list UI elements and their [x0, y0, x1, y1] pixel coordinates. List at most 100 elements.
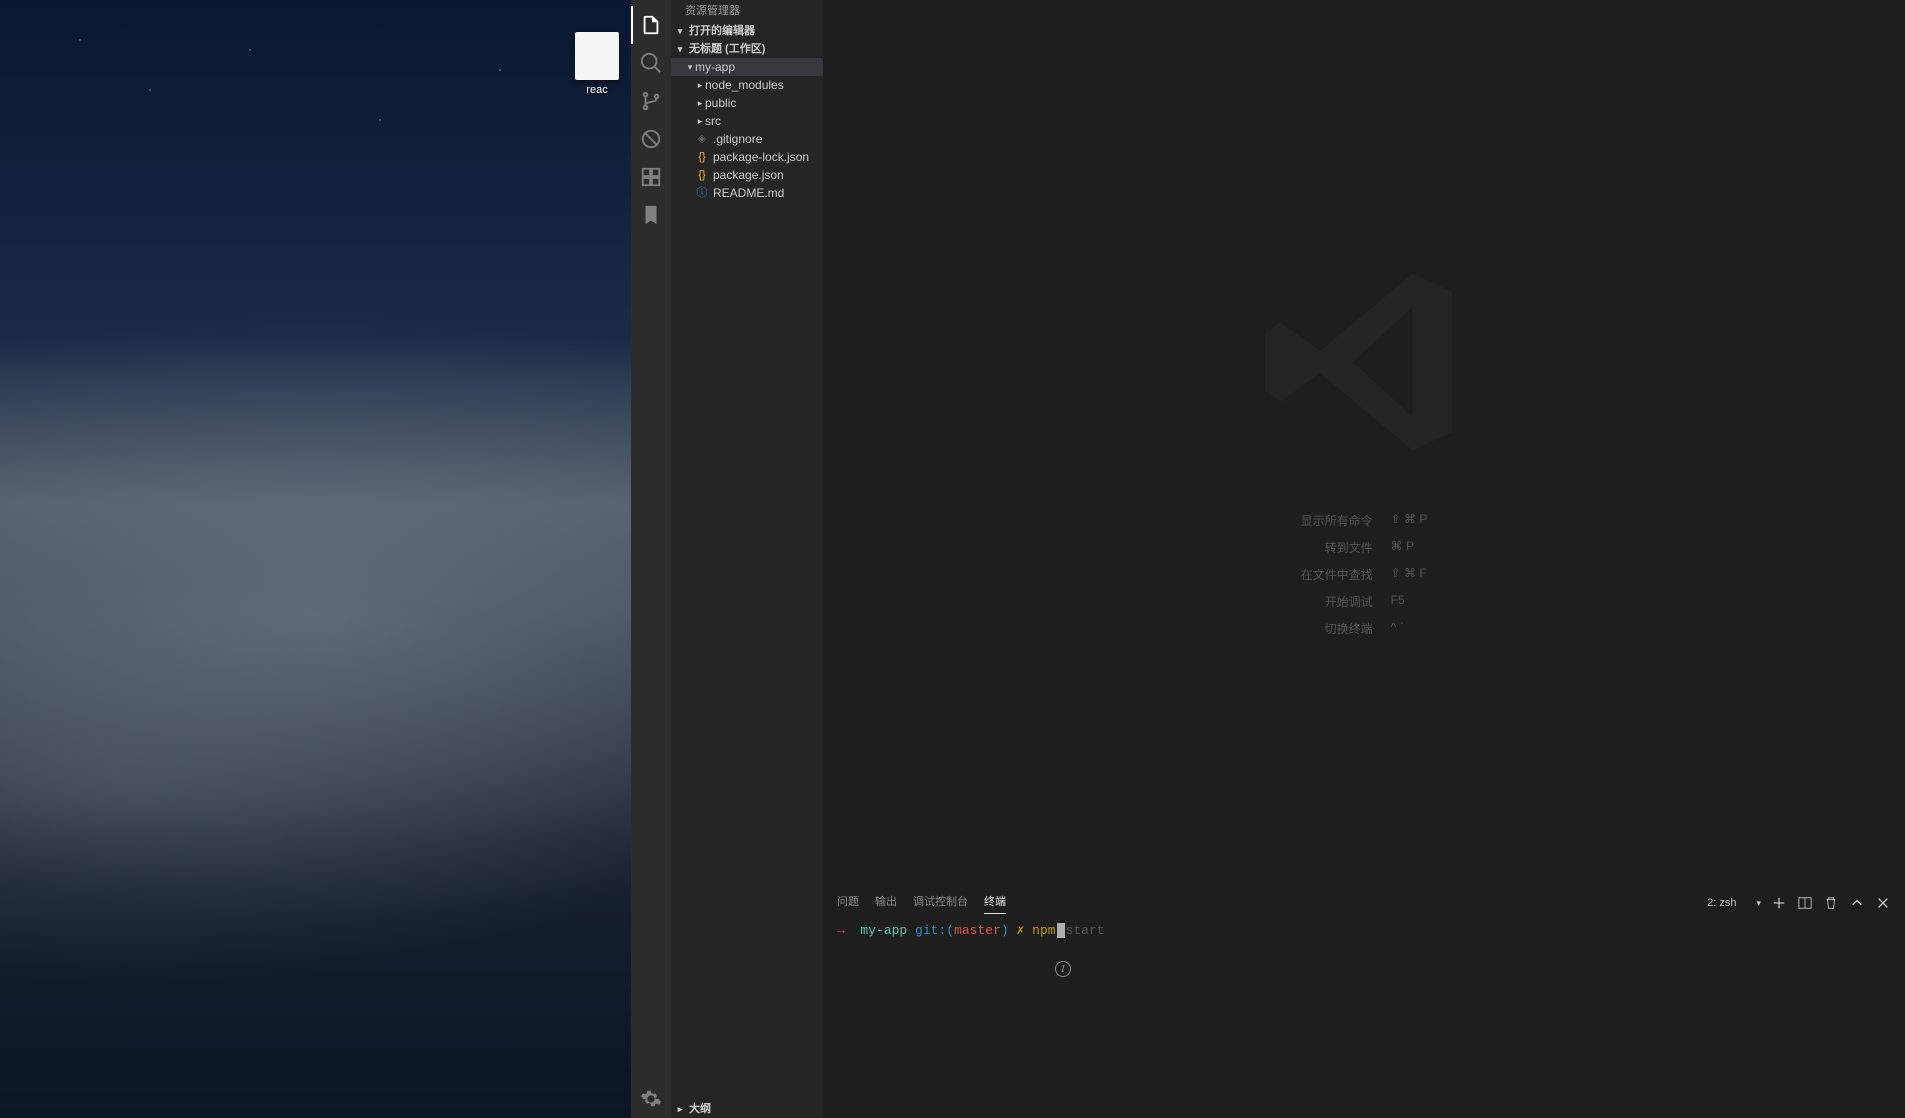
activity-settings[interactable] — [631, 1080, 671, 1118]
tree-item-label: my-app — [695, 58, 735, 76]
welcome-screen: 显示所有命令 ⇧ ⌘ P 转到文件 ⌘ P 在文件中查找 ⇧ ⌘ F 开始调试 … — [823, 0, 1905, 888]
plus-icon — [1772, 896, 1786, 910]
panel-tab-debug-console[interactable]: 调试控制台 — [913, 893, 968, 913]
open-editors-label: 打开的编辑器 — [689, 22, 755, 40]
json-file-icon: {} — [695, 166, 709, 184]
panel-tab-output[interactable]: 输出 — [875, 893, 897, 913]
hint-label: 切换终端 — [1301, 620, 1373, 637]
json-file-icon: {} — [695, 148, 709, 166]
prompt-paren-close: ) — [1001, 923, 1009, 938]
outline-header[interactable]: ▸ 大纲 — [671, 1100, 823, 1118]
tree-file-package-lock[interactable]: {} package-lock.json — [671, 148, 823, 166]
trash-icon — [1824, 896, 1838, 910]
terminal-cursor — [1057, 923, 1065, 938]
close-icon — [1876, 896, 1890, 910]
gitignore-file-icon: ◈ — [695, 130, 709, 148]
new-terminal-button[interactable] — [1771, 895, 1787, 911]
bug-icon — [640, 128, 662, 150]
activity-scm[interactable] — [631, 82, 671, 120]
activity-search[interactable] — [631, 44, 671, 82]
tree-item-label: package-lock.json — [713, 148, 809, 166]
files-icon — [640, 14, 662, 36]
terminal-controls: 2: zsh ▾ — [1703, 895, 1891, 911]
hint-key: ⌘ P — [1391, 539, 1428, 556]
terminal-suggestion: start — [1066, 923, 1105, 938]
file-thumbnail-icon — [575, 32, 619, 80]
hint-key: ⇧ ⌘ F — [1391, 566, 1428, 583]
activity-debug[interactable] — [631, 120, 671, 158]
panel-tab-terminal[interactable]: 终端 — [984, 893, 1006, 914]
bookmark-icon — [640, 204, 662, 226]
vscode-logo-icon — [1254, 252, 1474, 472]
workspace-label: 无标题 (工作区) — [689, 40, 765, 58]
vscode-window: 资源管理器 ▾ 打开的编辑器 ▾ 无标题 (工作区) ▾ my-app ▸ no… — [631, 0, 1905, 1118]
hint-key: ^ ` — [1391, 620, 1428, 637]
tree-file-gitignore[interactable]: ◈ .gitignore — [671, 130, 823, 148]
tree-folder-node-modules[interactable]: ▸ node_modules — [671, 76, 823, 94]
info-file-icon: ⓘ — [695, 184, 709, 202]
chevron-down-icon: ▾ — [675, 40, 685, 58]
panel-tabs: 问题 输出 调试控制台 终端 2: zsh ▾ — [823, 889, 1905, 917]
activity-explorer[interactable] — [631, 6, 671, 44]
welcome-hints: 显示所有命令 ⇧ ⌘ P 转到文件 ⌘ P 在文件中查找 ⇧ ⌘ F 开始调试 … — [1301, 512, 1428, 637]
prompt-dir: my-app — [860, 923, 907, 938]
tree-item-label: src — [705, 112, 721, 130]
tree-file-readme[interactable]: ⓘ README.md — [671, 184, 823, 202]
editor-area: 显示所有命令 ⇧ ⌘ P 转到文件 ⌘ P 在文件中查找 ⇧ ⌘ F 开始调试 … — [823, 0, 1905, 1118]
desktop-file-label: reac — [569, 84, 625, 96]
hint-label: 开始调试 — [1301, 593, 1373, 610]
split-icon — [1798, 896, 1812, 910]
bottom-panel: 问题 输出 调试控制台 终端 2: zsh ▾ — [823, 888, 1905, 1118]
explorer-sidebar: 资源管理器 ▾ 打开的编辑器 ▾ 无标题 (工作区) ▾ my-app ▸ no… — [671, 0, 823, 1118]
gear-icon — [640, 1088, 662, 1110]
tree-folder-public[interactable]: ▸ public — [671, 94, 823, 112]
terminal-select[interactable]: 2: zsh — [1703, 895, 1752, 911]
open-editors-header[interactable]: ▾ 打开的编辑器 — [671, 22, 823, 40]
hint-label: 显示所有命令 — [1301, 512, 1373, 529]
prompt-branch: master — [954, 923, 1001, 938]
tree-item-label: node_modules — [705, 76, 784, 94]
tree-item-label: package.json — [713, 166, 784, 184]
split-terminal-button[interactable] — [1797, 895, 1813, 911]
prompt-dirty-indicator: ✗ — [1017, 923, 1025, 938]
hint-key: F5 — [1391, 593, 1428, 610]
tree-file-package-json[interactable]: {} package.json — [671, 166, 823, 184]
hint-label: 在文件中查找 — [1301, 566, 1373, 583]
chevron-up-icon — [1850, 896, 1864, 910]
chevron-right-icon: ▸ — [675, 1100, 685, 1118]
prompt-arrow: → — [837, 923, 845, 938]
chevron-down-icon: ▾ — [685, 58, 695, 76]
activity-bookmark[interactable] — [631, 196, 671, 234]
hint-label: 转到文件 — [1301, 539, 1373, 556]
chevron-down-icon: ▾ — [675, 22, 685, 40]
activity-bar — [631, 0, 671, 1118]
tree-folder-my-app[interactable]: ▾ my-app — [671, 58, 823, 76]
tree-item-label: public — [705, 94, 736, 112]
desktop-file-icon[interactable]: reac — [569, 32, 625, 96]
search-icon — [640, 52, 662, 74]
kill-terminal-button[interactable] — [1823, 895, 1839, 911]
panel-tab-problems[interactable]: 问题 — [837, 893, 859, 913]
terminal[interactable]: → my-app git:(master) ✗ npm start I — [823, 917, 1905, 1118]
git-branch-icon — [640, 90, 662, 112]
activity-extensions[interactable] — [631, 158, 671, 196]
text-cursor-icon: I — [1055, 961, 1071, 977]
outline-label: 大纲 — [689, 1100, 711, 1118]
tree-item-label: .gitignore — [713, 130, 762, 148]
chevron-right-icon: ▸ — [695, 76, 705, 94]
macos-desktop[interactable]: reac — [0, 0, 631, 1118]
maximize-panel-button[interactable] — [1849, 895, 1865, 911]
chevron-right-icon: ▸ — [695, 94, 705, 112]
terminal-typed: npm — [1032, 923, 1055, 938]
close-panel-button[interactable] — [1875, 895, 1891, 911]
tree-folder-src[interactable]: ▸ src — [671, 112, 823, 130]
prompt-git-label: git: — [915, 923, 946, 938]
workspace-header[interactable]: ▾ 无标题 (工作区) — [671, 40, 823, 58]
tree-item-label: README.md — [713, 184, 784, 202]
file-tree: ▾ my-app ▸ node_modules ▸ public ▸ src ◈ — [671, 58, 823, 1100]
sidebar-title: 资源管理器 — [671, 0, 823, 22]
extensions-icon — [640, 166, 662, 188]
hint-key: ⇧ ⌘ P — [1391, 512, 1428, 529]
prompt-paren-open: ( — [946, 923, 954, 938]
chevron-right-icon: ▸ — [695, 112, 705, 130]
